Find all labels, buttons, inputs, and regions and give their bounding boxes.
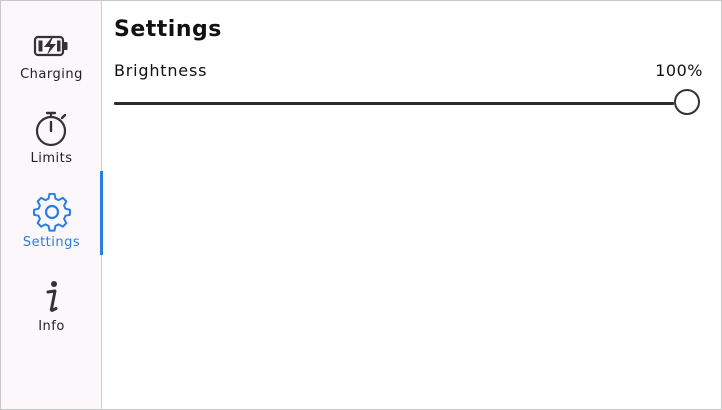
stopwatch-icon [1, 87, 102, 147]
sidebar-item-label: Info [38, 319, 65, 334]
sidebar-item-info[interactable]: Info [1, 255, 102, 339]
sidebar: Charging Limits Settings Info [1, 1, 103, 409]
sidebar-item-label: Charging [20, 67, 83, 82]
slider-fill [114, 102, 674, 105]
sidebar-item-settings[interactable]: Settings [1, 171, 102, 255]
info-icon [1, 255, 102, 315]
slider-track[interactable] [114, 102, 674, 105]
brightness-label: Brightness [114, 61, 208, 80]
brightness-slider[interactable] [114, 89, 703, 119]
app-window: Charging Limits Settings Info Settings B… [0, 0, 722, 410]
sidebar-item-limits[interactable]: Limits [1, 87, 102, 171]
charging-battery-icon [1, 3, 102, 63]
sidebar-item-label: Settings [22, 235, 81, 250]
sidebar-item-charging[interactable]: Charging [1, 3, 102, 87]
brightness-value: 100% [655, 61, 703, 80]
sidebar-item-label: Limits [30, 151, 73, 166]
gear-icon [1, 171, 102, 232]
slider-thumb[interactable] [674, 89, 700, 115]
page-title: Settings [114, 17, 222, 42]
settings-panel: Settings Brightness 100% [103, 1, 721, 409]
